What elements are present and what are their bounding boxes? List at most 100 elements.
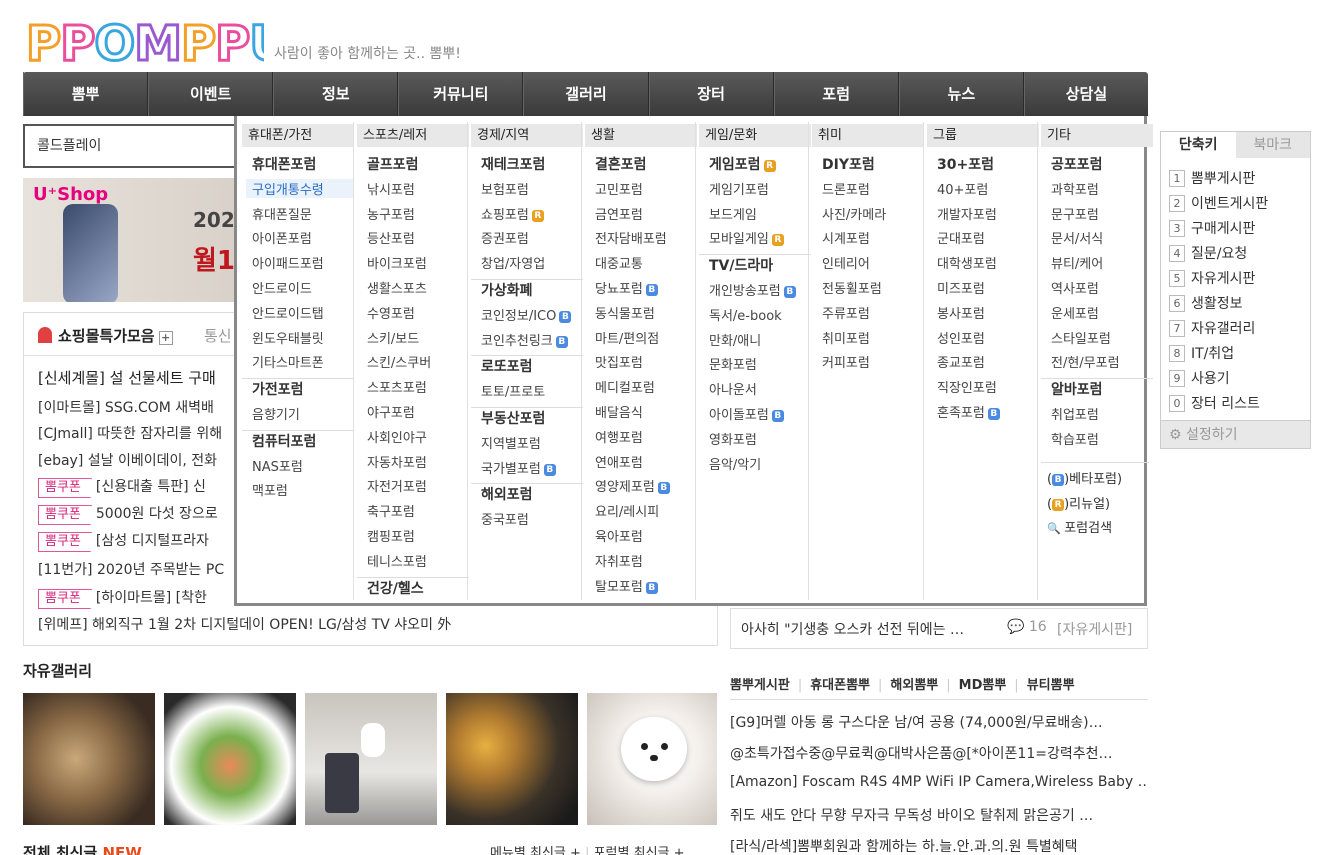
gallery-thumb[interactable]: [164, 693, 296, 825]
forum-link[interactable]: 문구포럼: [1051, 204, 1099, 223]
board-tab[interactable]: 휴대폰뽐뿌: [810, 678, 870, 693]
best-post-row[interactable]: 아사히 "기생충 오스카 선전 뒤에는 … 💬 16 [자유게시판]: [730, 608, 1148, 649]
board-post-link[interactable]: [G9]머렐 아동 롱 구스다운 남/여 공용 (74,000원/무료배송)…: [730, 712, 1148, 732]
forum-link[interactable]: 맛집포럼: [595, 352, 643, 371]
forum-link[interactable]: 아이패드포럼: [252, 253, 324, 272]
forum-link[interactable]: 휴대폰포럼: [252, 154, 316, 174]
shopping-item[interactable]: [이마트몰] SSG.COM 새벽배: [38, 397, 214, 417]
forum-link[interactable]: 축구포럼: [367, 501, 415, 520]
forum-link[interactable]: 당뇨포럼 B: [595, 278, 658, 297]
forum-link[interactable]: 문서/서식: [1051, 228, 1103, 247]
shortcut-item[interactable]: 0 장터 리스트: [1169, 393, 1260, 413]
forum-link[interactable]: 영양제포럼 B: [595, 476, 670, 495]
forum-link[interactable]: 기타스마트폰: [252, 352, 324, 371]
forum-link[interactable]: 보드게임: [709, 204, 757, 223]
forum-link[interactable]: 국가별포럼 B: [481, 458, 556, 477]
shopping-item[interactable]: [11번가] 2020년 주목받는 PC: [38, 559, 224, 579]
forum-link[interactable]: 스킨/스쿠버: [367, 352, 431, 371]
shopping-item[interactable]: [신세계몰] 설 선물세트 구매: [38, 367, 216, 388]
shopping-item[interactable]: 뽐쿠폰 5000원 다섯 장으로: [38, 503, 218, 527]
board-tab[interactable]: 해외뽐뿌: [890, 678, 938, 693]
gallery-thumb[interactable]: [587, 693, 717, 825]
tab-shortcut[interactable]: 단축키: [1161, 132, 1236, 158]
forum-link[interactable]: 40+포럼: [937, 179, 988, 198]
forum-link[interactable]: 아이돌포럼 B: [709, 404, 784, 423]
forum-link[interactable]: 해외포럼: [481, 484, 533, 504]
forum-link[interactable]: 스포츠포럼: [367, 377, 427, 396]
shortcut-item[interactable]: 8 IT/취업: [1169, 343, 1234, 363]
forum-link[interactable]: 미즈포럼: [937, 278, 985, 297]
forum-link[interactable]: 캠핑포럼: [367, 526, 415, 545]
forum-link[interactable]: 스키/보드: [367, 328, 419, 347]
new-posts-title[interactable]: 전체 최신글 NEW: [23, 842, 142, 855]
forum-link[interactable]: 주류포럼: [822, 303, 870, 322]
forum-link[interactable]: 인테리어: [822, 253, 870, 272]
settings-button[interactable]: ⚙ 설정하기: [1161, 420, 1310, 448]
forum-link[interactable]: 성인포럼: [937, 328, 985, 347]
forum-link[interactable]: 문화포럼: [709, 354, 757, 373]
ad-banner[interactable]: U⁺Shop 202 월1탄: [23, 178, 263, 302]
forum-link[interactable]: 구입개통수령: [246, 178, 354, 198]
forum-link[interactable]: 증권포럼: [481, 228, 529, 247]
forum-link[interactable]: 코인추천링크 B: [481, 330, 568, 349]
nav-community[interactable]: 커뮤니티: [398, 72, 524, 116]
coupon-badge[interactable]: 뽐쿠폰: [38, 589, 92, 611]
nav-news[interactable]: 뉴스: [898, 72, 1024, 116]
forum-link[interactable]: 가상화폐: [481, 280, 533, 300]
shortcut-item[interactable]: 1 뽐뿌게시판: [1169, 168, 1255, 188]
tab-bookmark[interactable]: 북마크: [1235, 132, 1310, 158]
plus-icon[interactable]: +: [158, 331, 173, 345]
forum-link[interactable]: 운세포럼: [1051, 303, 1099, 322]
forum-link[interactable]: 사회인야구: [367, 427, 427, 446]
forum-link[interactable]: 마트/편의점: [595, 328, 659, 347]
forum-link[interactable]: 혼족포럼 B: [937, 402, 1000, 421]
gallery-thumb[interactable]: [305, 693, 437, 825]
forum-link[interactable]: 쇼핑포럼 R: [481, 204, 544, 223]
forum-link[interactable]: 개인방송포럼 B: [709, 280, 796, 299]
coupon-badge[interactable]: 뽐쿠폰: [38, 478, 92, 500]
coupon-badge[interactable]: 뽐쿠폰: [38, 505, 92, 527]
forum-link[interactable]: 요리/레시피: [595, 501, 659, 520]
board-post-link[interactable]: [Amazon] Foscam R4S 4MP WiFi IP Camera,W…: [730, 774, 1148, 790]
forum-link[interactable]: 대중교통: [595, 253, 643, 272]
shortcut-item[interactable]: 3 구매게시판: [1169, 218, 1255, 238]
shopping-item[interactable]: [CJmall] 따뜻한 잠자리를 위해: [38, 423, 222, 443]
forum-link[interactable]: 컴퓨터포럼: [252, 431, 316, 451]
shortcut-item[interactable]: 7 자유갤러리: [1169, 318, 1255, 338]
forum-link[interactable]: 뷰티/케어: [1051, 253, 1103, 272]
shopping-item[interactable]: [위메프] 해외직구 1월 2차 디지털데이 OPEN! LG/삼성 TV 샤오…: [38, 614, 451, 634]
forum-link[interactable]: 휴대폰질문: [252, 204, 312, 223]
board-post-link[interactable]: 쥐도 새도 안다 무향 무자극 무독성 바이오 탈취제 맑은공기 …: [730, 805, 1148, 825]
forum-link[interactable]: 여행포럼: [595, 427, 643, 446]
forum-link[interactable]: 가전포럼: [252, 379, 304, 399]
forum-link[interactable]: 전자담배포럼: [595, 228, 667, 247]
coupon-badge[interactable]: 뽐쿠폰: [38, 532, 92, 554]
nav-info[interactable]: 정보: [273, 72, 399, 116]
forum-latest-link[interactable]: 포럼별 최신글 +: [594, 846, 685, 855]
forum-link[interactable]: 아이폰포럼: [252, 228, 312, 247]
forum-link[interactable]: 수영포럼: [367, 303, 415, 322]
nav-event[interactable]: 이벤트: [148, 72, 274, 116]
site-logo[interactable]: PPOMPPU: [24, 14, 290, 74]
board-post-link[interactable]: @초특가접수중@무료퀵@대박사은품@[*아이폰11=강력추천…: [730, 743, 1148, 763]
forum-link[interactable]: 등산포럼: [367, 228, 415, 247]
forum-link[interactable]: 재테크포럼: [481, 154, 545, 174]
forum-link[interactable]: 게임기포럼: [709, 179, 769, 198]
shopping-item[interactable]: 뽐쿠폰 [하이마트몰] [착한: [38, 587, 207, 611]
forum-link[interactable]: 지역별포럼: [481, 433, 541, 452]
board-tab[interactable]: MD뽐뿌: [959, 678, 1007, 693]
forum-link[interactable]: 공포포럼: [1051, 154, 1103, 174]
nav-market[interactable]: 장터: [648, 72, 774, 116]
shopping-item[interactable]: 뽐쿠폰 [신용대출 특판] 신: [38, 476, 206, 500]
forum-link[interactable]: 부동산포럼: [481, 408, 545, 428]
shopping-item[interactable]: [ebay] 설날 이베이데이, 전화: [38, 450, 217, 470]
forum-link[interactable]: 연애포럼: [595, 452, 643, 471]
forum-link[interactable]: 시계포럼: [822, 228, 870, 247]
shortcut-item[interactable]: 5 자유게시판: [1169, 268, 1255, 288]
shortcut-item[interactable]: 2 이벤트게시판: [1169, 193, 1268, 213]
forum-link[interactable]: 만화/애니: [709, 330, 761, 349]
forum-link[interactable]: 바이크포럼: [367, 253, 427, 272]
shortcut-item[interactable]: 9 사용기: [1169, 368, 1230, 388]
forum-link[interactable]: 봉사포럼: [937, 303, 985, 322]
forum-link[interactable]: 동식물포럼: [595, 303, 655, 322]
